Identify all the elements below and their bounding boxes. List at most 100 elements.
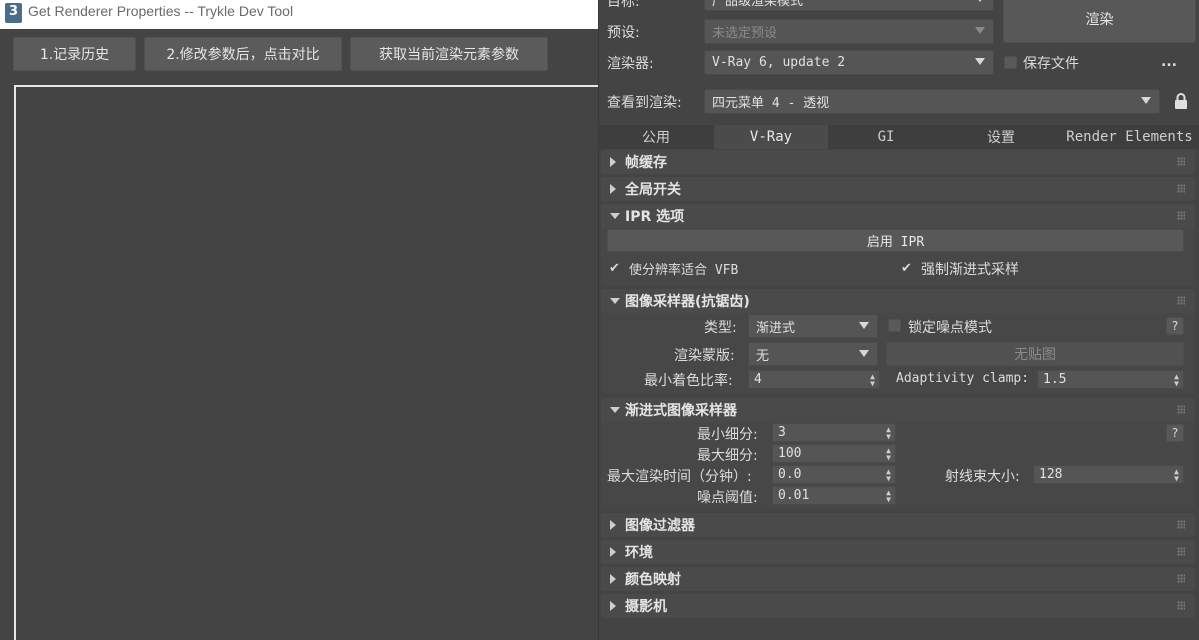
collapse-arrow-icon bbox=[610, 407, 620, 413]
spinner-arrows-icon[interactable]: ▲ ▼ bbox=[886, 447, 891, 462]
fit-vfb-label: 使分辨率适合 VFB bbox=[629, 263, 739, 278]
tool-window: Get Renderer Properties -- Trykle Dev To… bbox=[0, 0, 598, 640]
sampler-type-value: 渐进式 bbox=[756, 320, 796, 336]
max-subdivs-value: 100 bbox=[778, 446, 802, 461]
min-subdivs-value: 3 bbox=[778, 425, 786, 440]
sampler-type-dropdown[interactable]: 渐进式 bbox=[748, 314, 878, 338]
grip-icon bbox=[1177, 574, 1185, 583]
grip-icon bbox=[1177, 601, 1185, 610]
rollout-image-sampler[interactable]: 图像采样器(抗锯齿) bbox=[601, 289, 1195, 313]
rollout-global-switches[interactable]: 全局开关 bbox=[601, 177, 1195, 201]
output-panel[interactable] bbox=[14, 85, 598, 640]
tab-gi[interactable]: GI bbox=[829, 125, 943, 149]
render-mask-dropdown[interactable]: 无 bbox=[748, 342, 878, 366]
rollout-title: 图像过滤器 bbox=[625, 518, 695, 534]
max-render-time-value: 0.0 bbox=[778, 467, 802, 482]
more-options-button[interactable]: ... bbox=[1161, 54, 1177, 70]
expand-arrow-icon bbox=[610, 157, 616, 167]
sampler-help-button[interactable]: ? bbox=[1166, 317, 1184, 335]
grip-icon bbox=[1177, 157, 1185, 166]
enable-ipr-button[interactable]: 启用 IPR bbox=[607, 229, 1184, 252]
noise-threshold-value: 0.01 bbox=[778, 488, 810, 503]
target-dropdown[interactable]: 产品级渲染模式 bbox=[704, 0, 994, 11]
save-file-checkbox[interactable] bbox=[1004, 56, 1017, 69]
force-progressive-checkbox[interactable]: ✔ bbox=[901, 262, 914, 275]
render-setup-panel: 目标: 产品级渲染模式 预设: 未选定预设 渲染 渲染器: V-Ray 6, u… bbox=[598, 0, 1199, 640]
title-bar: Get Renderer Properties -- Trykle Dev To… bbox=[0, 0, 598, 29]
spinner-arrows-icon[interactable]: ▲ ▼ bbox=[886, 426, 891, 441]
preset-label: 预设: bbox=[607, 25, 640, 41]
tab-settings[interactable]: 设置 bbox=[944, 125, 1058, 149]
expand-arrow-icon bbox=[610, 547, 616, 557]
spinner-arrows-icon[interactable]: ▲ ▼ bbox=[870, 373, 875, 388]
view-to-render-dropdown[interactable]: 四元菜单 4 - 透视 bbox=[704, 89, 1160, 114]
expand-arrow-icon bbox=[610, 184, 616, 194]
chevron-down-icon bbox=[975, 58, 985, 65]
min-shading-rate-label: 最小着色比率: bbox=[644, 373, 733, 389]
collapse-arrow-icon bbox=[610, 213, 620, 219]
render-mask-label: 渲染蒙版: bbox=[674, 348, 735, 364]
grip-icon bbox=[1177, 296, 1185, 305]
render-mask-value: 无 bbox=[756, 348, 770, 364]
rollout-frame-buffer[interactable]: 帧缓存 bbox=[601, 150, 1195, 174]
rollout-image-filter[interactable]: 图像过滤器 bbox=[601, 513, 1195, 537]
render-button[interactable]: 渲染 bbox=[1003, 0, 1196, 43]
spinner-arrows-icon[interactable]: ▲ ▼ bbox=[886, 468, 891, 483]
chevron-down-icon bbox=[1141, 97, 1151, 104]
fit-vfb-checkbox[interactable]: ✔ bbox=[609, 262, 622, 275]
max-render-time-spinner[interactable]: 0.0 ▲ ▼ bbox=[772, 465, 896, 484]
min-shading-rate-spinner[interactable]: 4 ▲ ▼ bbox=[748, 370, 880, 389]
app-icon bbox=[5, 3, 22, 23]
rollout-title: 颜色映射 bbox=[625, 572, 681, 588]
min-shading-rate-value: 4 bbox=[754, 372, 762, 387]
grip-icon bbox=[1177, 520, 1185, 529]
renderer-label: 渲染器: bbox=[607, 56, 654, 72]
spinner-arrows-icon[interactable]: ▲ ▼ bbox=[1174, 373, 1179, 388]
compare-button[interactable]: 2.修改参数后，点击对比 bbox=[144, 37, 342, 71]
record-history-button[interactable]: 1.记录历史 bbox=[13, 37, 136, 71]
max-subdivs-spinner[interactable]: 100 ▲ ▼ bbox=[772, 444, 896, 463]
spinner-arrows-icon[interactable]: ▲ ▼ bbox=[886, 489, 891, 504]
min-subdivs-label: 最小细分: bbox=[697, 427, 758, 443]
adaptivity-clamp-spinner[interactable]: 1.5 ▲ ▼ bbox=[1037, 370, 1184, 389]
window-title: Get Renderer Properties -- Trykle Dev To… bbox=[28, 3, 294, 19]
rollout-color-mapping[interactable]: 颜色映射 bbox=[601, 567, 1195, 591]
preset-value: 未选定预设 bbox=[712, 26, 778, 41]
min-subdivs-spinner[interactable]: 3 ▲ ▼ bbox=[772, 423, 896, 442]
noise-threshold-label: 噪点阈值: bbox=[697, 490, 758, 506]
view-to-render-value: 四元菜单 4 - 透视 bbox=[712, 96, 830, 111]
renderer-dropdown[interactable]: V-Ray 6, update 2 bbox=[704, 50, 994, 75]
rollout-title: 摄影机 bbox=[625, 599, 667, 615]
ray-bundle-size-spinner[interactable]: 128 ▲ ▼ bbox=[1033, 465, 1184, 484]
get-render-elements-button[interactable]: 获取当前渲染元素参数 bbox=[350, 37, 548, 71]
rollout-camera[interactable]: 摄影机 bbox=[601, 594, 1195, 618]
preset-dropdown[interactable]: 未选定预设 bbox=[704, 19, 994, 44]
rollout-title: 全局开关 bbox=[625, 182, 681, 198]
noise-threshold-spinner[interactable]: 0.01 ▲ ▼ bbox=[772, 486, 896, 505]
target-value: 产品级渲染模式 bbox=[712, 0, 804, 9]
max-render-time-label: 最大渲染时间（分钟）: bbox=[607, 469, 752, 485]
expand-arrow-icon bbox=[610, 520, 616, 530]
lock-icon[interactable] bbox=[1174, 92, 1188, 110]
rollout-progressive-sampler[interactable]: 渐进式图像采样器 bbox=[601, 398, 1195, 422]
tab-vray[interactable]: V-Ray bbox=[714, 125, 828, 149]
ray-bundle-size-value: 128 bbox=[1039, 467, 1063, 482]
grip-icon bbox=[1177, 211, 1185, 220]
progressive-help-button[interactable]: ? bbox=[1166, 424, 1184, 442]
rollout-environment[interactable]: 环境 bbox=[601, 540, 1195, 564]
spinner-arrows-icon[interactable]: ▲ ▼ bbox=[1174, 468, 1179, 483]
renderer-value: V-Ray 6, update 2 bbox=[712, 55, 846, 70]
lock-noise-label: 锁定噪点模式 bbox=[908, 320, 992, 336]
adaptivity-clamp-value: 1.5 bbox=[1043, 372, 1067, 387]
rollout-ipr-options[interactable]: IPR 选项 bbox=[601, 204, 1195, 228]
lock-noise-checkbox[interactable] bbox=[888, 319, 901, 332]
tab-common[interactable]: 公用 bbox=[599, 125, 713, 149]
collapse-arrow-icon bbox=[610, 298, 620, 304]
rollout-title: 环境 bbox=[625, 545, 653, 561]
no-map-button[interactable]: 无贴图 bbox=[886, 342, 1184, 366]
rollout-title: 渐进式图像采样器 bbox=[625, 403, 737, 419]
chevron-down-icon bbox=[859, 350, 869, 357]
grip-icon bbox=[1177, 405, 1185, 414]
chevron-down-icon bbox=[975, 0, 985, 2]
tab-render-elements[interactable]: Render Elements bbox=[1059, 125, 1199, 149]
